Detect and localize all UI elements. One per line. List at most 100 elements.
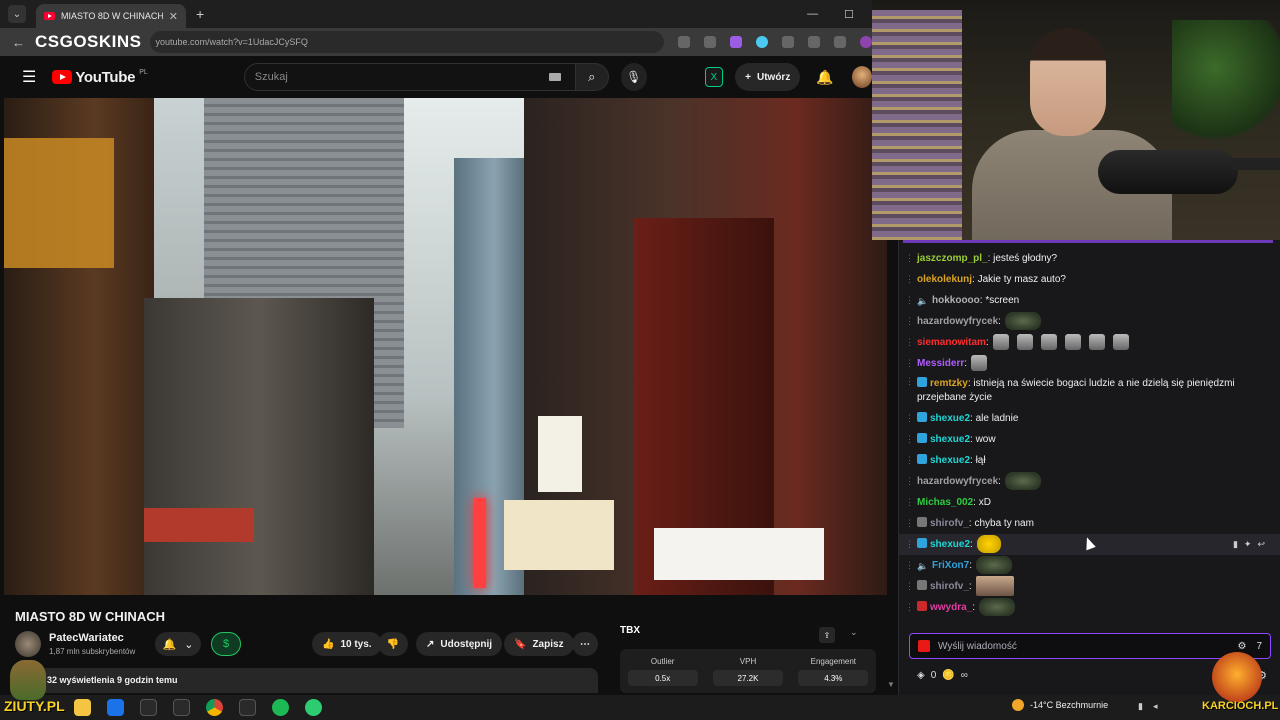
maximize-icon[interactable]: ☐ — [844, 8, 854, 21]
chat-badge-icon[interactable] — [917, 377, 927, 387]
chat-message[interactable]: ⋮ wwydra_: — [899, 597, 1280, 618]
share-button[interactable]: ↗ Udostępnij — [416, 632, 503, 656]
like-button[interactable]: 👍 10 tys. — [312, 632, 382, 656]
message-drag-handle-icon[interactable]: ⋮ — [905, 492, 914, 513]
message-drag-handle-icon[interactable]: ⋮ — [905, 353, 914, 374]
description-box[interactable]: 32 wyświetlenia 9 godzin temu — [15, 668, 598, 693]
chat-emote[interactable] — [976, 556, 1013, 575]
tray-app-icon[interactable]: ▮ — [1138, 701, 1143, 712]
browser-tab-youtube[interactable]: MIASTO 8D W CHINACH - YouTube ✕ — [36, 4, 186, 28]
chrome-icon[interactable] — [206, 699, 223, 716]
chat-username[interactable]: shexue2 — [930, 434, 970, 445]
messenger-icon[interactable] — [107, 699, 124, 716]
chat-emote[interactable] — [1088, 334, 1105, 351]
chat-emote[interactable] — [976, 535, 1001, 554]
message-drag-handle-icon[interactable]: ⋮ — [905, 332, 914, 353]
bookmark-star-icon[interactable] — [704, 36, 716, 48]
extension-gray-icon[interactable] — [782, 36, 794, 48]
chat-message[interactable]: ⋮ Michas_002: xD — [899, 492, 1280, 513]
chat-badge-icon[interactable]: 🔈 — [917, 556, 929, 571]
chat-badge-icon[interactable]: 🔈 — [917, 291, 929, 306]
chat-username[interactable]: Michas_002 — [917, 497, 973, 508]
chat-username[interactable]: hazardowyfrycek — [917, 316, 998, 327]
chat-username[interactable]: hokkoooo — [932, 295, 980, 306]
search-input[interactable]: Szukaj — [243, 63, 576, 91]
back-arrow-icon[interactable]: ← — [12, 35, 25, 50]
channel-name[interactable]: PatecWariatec — [49, 632, 124, 644]
create-button[interactable]: + Utwórz — [735, 63, 801, 91]
profile-avatar-icon[interactable] — [860, 36, 872, 48]
new-tab-button[interactable]: + — [196, 6, 204, 22]
message-drag-handle-icon[interactable]: ⋮ — [905, 597, 914, 618]
close-tab-icon[interactable]: ✕ — [169, 10, 178, 23]
chat-message[interactable]: ⋮ Messiderr: — [899, 353, 1280, 374]
terminal-icon[interactable] — [239, 699, 256, 716]
chat-emote[interactable] — [1040, 334, 1057, 351]
spotify-icon[interactable] — [272, 699, 289, 716]
emote-tool-icon[interactable]: ⚙ — [1237, 641, 1246, 652]
keyboard-icon[interactable] — [548, 73, 561, 81]
extension-purple-icon[interactable] — [730, 36, 742, 48]
chat-message[interactable]: ⋮ jaszczomp_pl_: jesteś głodny? — [899, 248, 1280, 269]
save-button[interactable]: 🔖 Zapisz — [504, 632, 574, 656]
chat-message[interactable]: ⋮ siemanowitam: — [899, 332, 1280, 353]
message-drag-handle-icon[interactable]: ⋮ — [905, 311, 914, 332]
chat-emote[interactable] — [1064, 334, 1081, 351]
coin-emote-icon[interactable]: 🪙 — [942, 670, 954, 681]
obs-icon[interactable] — [173, 699, 190, 716]
chat-message[interactable]: ⋮ shirofv_: — [899, 576, 1280, 597]
notifications-bell-icon[interactable]: 🔔 — [816, 69, 833, 86]
chat-emote[interactable] — [1004, 472, 1041, 491]
chat-username[interactable]: shexue2 — [930, 455, 970, 466]
chat-username[interactable]: remtzky — [930, 378, 968, 389]
video-player[interactable] — [4, 98, 887, 595]
chat-message[interactable]: ⋮ 🔈 hokkoooo: *screen — [899, 290, 1280, 311]
tip-dollar-button[interactable]: $ — [211, 632, 241, 656]
message-drag-handle-icon[interactable]: ⋮ — [905, 269, 914, 290]
chat-message[interactable]: ⋮ hazardowyfrycek: — [899, 311, 1280, 332]
chat-badge-icon[interactable] — [917, 538, 927, 548]
calendar-icon[interactable] — [140, 699, 157, 716]
file-explorer-icon[interactable] — [74, 699, 91, 716]
message-drag-handle-icon[interactable]: ⋮ — [905, 429, 914, 450]
more-actions-button[interactable]: ⋯ — [572, 632, 598, 656]
chat-username[interactable]: hazardowyfrycek — [917, 476, 998, 487]
chat-username[interactable]: siemanowitam — [917, 337, 986, 348]
chat-message[interactable]: ⋮ shexue2: łął — [899, 450, 1280, 471]
message-drag-handle-icon[interactable]: ⋮ — [905, 513, 914, 534]
media-controls-icon[interactable] — [834, 36, 846, 48]
chat-message[interactable]: ⋮ hazardowyfrycek: — [899, 471, 1280, 492]
chat-emote[interactable] — [1016, 334, 1033, 351]
chat-emote[interactable] — [979, 598, 1016, 617]
taskbar-weather[interactable]: -14°C Bezchmurnie — [1012, 699, 1108, 711]
chat-emote[interactable] — [1112, 334, 1129, 351]
chat-message[interactable]: ⋮ olekolekunj: Jakie ty masz auto? — [899, 269, 1280, 290]
chevron-down-icon[interactable]: ⌄ — [850, 627, 858, 638]
tab-search-icon[interactable]: ⌄ — [8, 5, 26, 23]
account-avatar[interactable] — [851, 66, 872, 88]
message-drag-handle-icon[interactable]: ⋮ — [905, 450, 914, 471]
tubestats-share-icon[interactable]: ⇪ — [819, 627, 835, 643]
chat-message[interactable]: ⋮ shexue2: ale ladnie — [899, 408, 1280, 429]
extensions-puzzle-icon[interactable] — [808, 36, 820, 48]
chat-username[interactable]: wwydra_ — [930, 602, 972, 613]
dislike-button[interactable]: 👎 — [378, 632, 408, 656]
chat-badge-icon[interactable] — [917, 412, 927, 422]
search-button[interactable]: ⌕ — [575, 63, 609, 91]
chat-badge-icon[interactable] — [917, 517, 927, 527]
chat-badge-icon[interactable] — [918, 640, 930, 652]
chat-badge-icon[interactable] — [917, 601, 927, 611]
chat-message[interactable]: ⋮ remtzky: istnieją na świecie bogaci lud… — [899, 374, 1280, 408]
voice-search-button[interactable]: 🎙 — [620, 63, 647, 91]
chat-badge-icon[interactable] — [917, 433, 927, 443]
chat-username[interactable]: shirofv_ — [930, 518, 969, 529]
extension-blue-icon[interactable] — [756, 36, 768, 48]
message-drag-handle-icon[interactable]: ⋮ — [905, 534, 914, 555]
chat-emote[interactable] — [992, 334, 1009, 351]
chat-emote[interactable] — [975, 576, 1014, 597]
chat-username[interactable]: jaszczomp_pl_ — [917, 253, 988, 264]
scroll-down-arrow-icon[interactable]: ▼ — [887, 680, 895, 689]
chat-message[interactable]: ⋮ shirofv_: chyba ty nam — [899, 513, 1280, 534]
volume-icon[interactable]: ◂ — [1153, 701, 1158, 712]
extension-x-icon[interactable]: X — [704, 67, 724, 87]
